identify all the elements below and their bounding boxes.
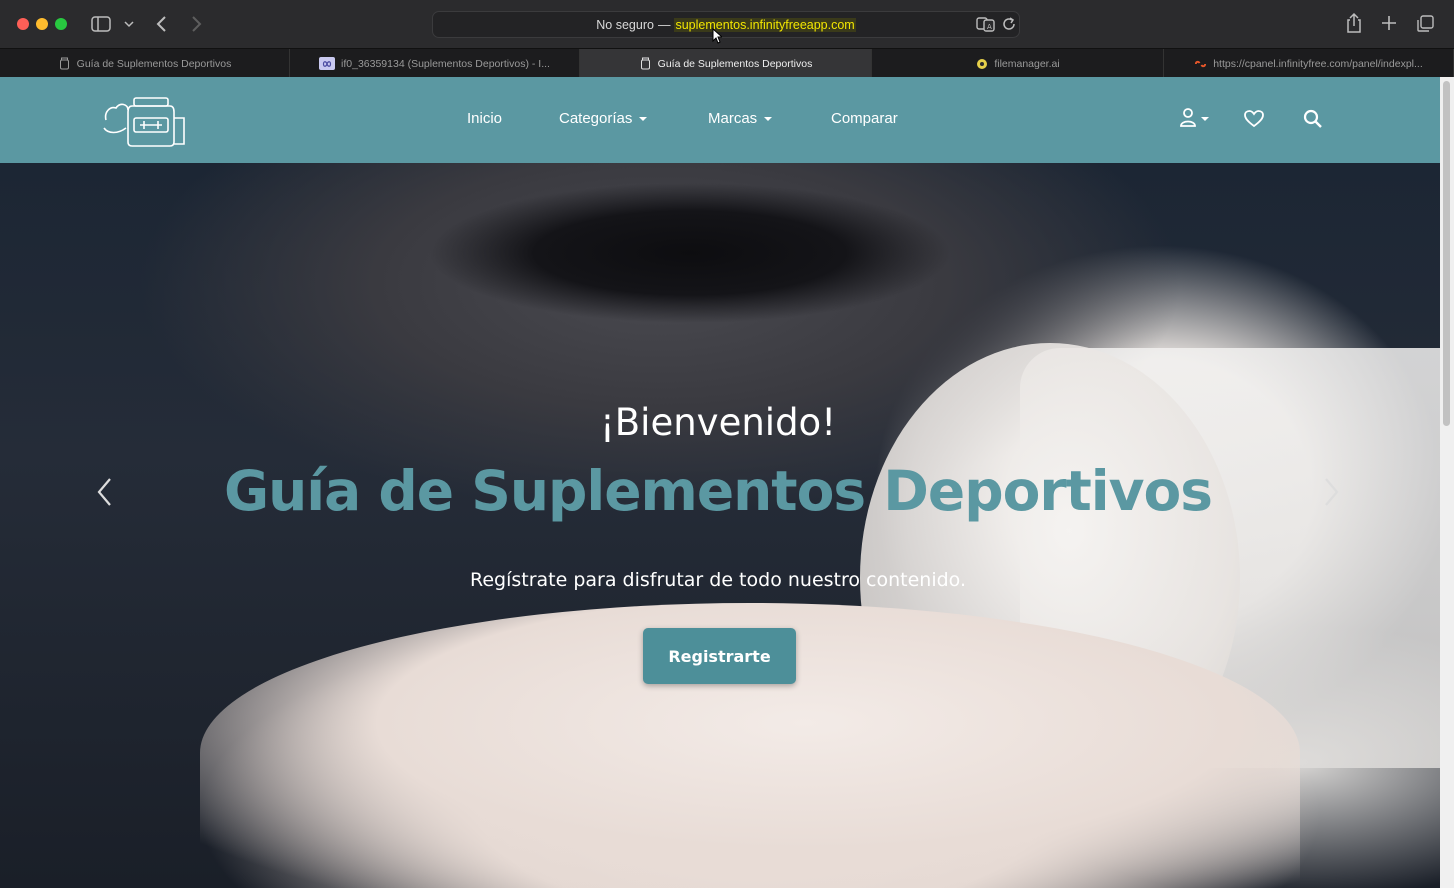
caret-down-icon bbox=[764, 116, 773, 121]
user-menu-button[interactable] bbox=[1179, 107, 1215, 131]
hero-title: Guía de Suplementos Deportivos bbox=[223, 459, 1213, 523]
share-icon[interactable] bbox=[1345, 12, 1365, 36]
filemanager-icon bbox=[975, 57, 988, 70]
tab-overview-icon[interactable] bbox=[1416, 12, 1436, 36]
translate-icon[interactable]: A bbox=[976, 16, 996, 32]
close-window-button[interactable] bbox=[17, 18, 29, 30]
nav-compare-label: Comparar bbox=[831, 110, 898, 127]
carousel-prev-icon[interactable] bbox=[94, 475, 116, 509]
address-bar[interactable]: No seguro — suplementos.infinityfreeapp.… bbox=[432, 11, 1020, 38]
cpanel-icon bbox=[1194, 57, 1207, 70]
page-scrollbar[interactable] bbox=[1440, 77, 1454, 888]
tab-label: Guía de Suplementos Deportivos bbox=[76, 57, 232, 70]
new-tab-icon[interactable] bbox=[1380, 12, 1400, 36]
browser-tab-active[interactable]: Guía de Suplementos Deportivos bbox=[580, 49, 872, 78]
jar-icon bbox=[58, 57, 71, 70]
minimize-window-button[interactable] bbox=[36, 18, 48, 30]
sidebar-toggle-icon[interactable] bbox=[90, 12, 112, 36]
browser-tab[interactable]: https://cpanel.infinityfree.com/panel/in… bbox=[1164, 49, 1454, 78]
nav-compare-link[interactable]: Comparar bbox=[831, 110, 898, 127]
hero-welcome: ¡Bienvenido! bbox=[599, 401, 837, 444]
chevron-down-icon[interactable] bbox=[123, 12, 135, 36]
jar-icon bbox=[639, 57, 652, 70]
reload-icon[interactable] bbox=[1001, 16, 1017, 32]
infinity-icon bbox=[319, 57, 336, 70]
address-url[interactable]: suplementos.infinityfreeapp.com bbox=[674, 17, 856, 32]
back-icon[interactable] bbox=[152, 12, 172, 36]
hero-carousel: ¡Bienvenido! Guía de Suplementos Deporti… bbox=[0, 163, 1440, 888]
tab-label: filemanager.ai bbox=[994, 57, 1060, 70]
zoom-window-button[interactable] bbox=[55, 18, 67, 30]
address-separator: — bbox=[657, 17, 671, 32]
heart-icon[interactable] bbox=[1244, 107, 1270, 131]
user-icon bbox=[1179, 107, 1197, 132]
browser-tab[interactable]: Guía de Suplementos Deportivos bbox=[0, 49, 290, 78]
browser-tab[interactable]: if0_36359134 (Suplementos Deportivos) - … bbox=[290, 49, 580, 78]
nav-categories-dropdown[interactable]: Categorías bbox=[559, 110, 648, 127]
nav-brands-dropdown[interactable]: Marcas bbox=[708, 110, 773, 127]
hero-subtitle: Regístrate para disfrutar de todo nuestr… bbox=[469, 569, 966, 591]
site-navbar: Inicio Categorías Marcas Comparar bbox=[0, 77, 1440, 163]
nav-brands-label: Marcas bbox=[708, 110, 758, 127]
tab-label: Guía de Suplementos Deportivos bbox=[657, 57, 813, 70]
register-button[interactable]: Registrarte bbox=[643, 628, 796, 684]
browser-titlebar: No seguro — suplementos.infinityfreeapp.… bbox=[0, 0, 1454, 48]
carousel-next-icon[interactable] bbox=[1320, 475, 1342, 509]
site-logo[interactable] bbox=[100, 90, 190, 150]
nav-home-label: Inicio bbox=[467, 110, 503, 127]
caret-down-icon bbox=[1201, 117, 1209, 121]
browser-tabbar: Guía de Suplementos Deportivos if0_36359… bbox=[0, 48, 1454, 78]
security-label: No seguro bbox=[596, 17, 654, 32]
caret-down-icon bbox=[639, 116, 648, 121]
scrollbar-thumb[interactable] bbox=[1443, 81, 1450, 426]
website-viewport: Inicio Categorías Marcas Comparar ¡Bienv… bbox=[0, 77, 1440, 888]
forward-icon[interactable] bbox=[186, 12, 206, 36]
search-icon[interactable] bbox=[1303, 107, 1329, 131]
mouse-cursor-icon bbox=[712, 27, 724, 44]
nav-categories-label: Categorías bbox=[559, 110, 633, 127]
svg-text:A: A bbox=[987, 23, 992, 31]
nav-home-link[interactable]: Inicio bbox=[467, 110, 502, 127]
browser-tab[interactable]: filemanager.ai bbox=[872, 49, 1164, 78]
tab-label: https://cpanel.infinityfree.com/panel/in… bbox=[1213, 57, 1423, 70]
tab-label: if0_36359134 (Suplementos Deportivos) - … bbox=[341, 57, 550, 70]
